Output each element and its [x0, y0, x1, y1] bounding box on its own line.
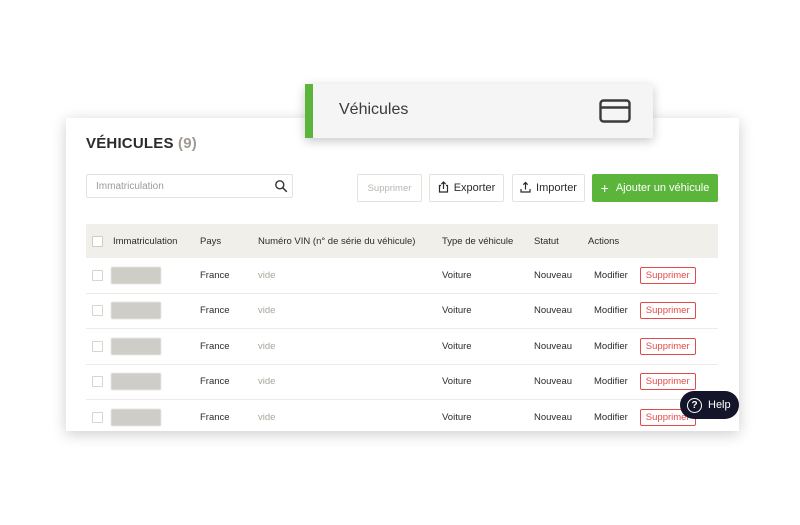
export-button-label: Exporter: [453, 182, 496, 194]
table-row: France vide Voiture Nouveau Modifier Sup…: [86, 258, 718, 294]
redacted-plate: [111, 337, 161, 355]
type-cell: Voiture: [442, 376, 472, 388]
type-cell: Voiture: [442, 269, 472, 281]
column-header-vin[interactable]: Numéro VIN (n° de série du véhicule): [258, 224, 415, 258]
pays-cell: France: [200, 305, 230, 317]
card-icon: [599, 99, 631, 123]
table-row: France vide Voiture Nouveau Modifier Sup…: [86, 294, 718, 329]
actions-cell: Modifier Supprimer: [588, 329, 696, 364]
select-all-cell: [92, 224, 103, 258]
modify-button[interactable]: Modifier: [588, 373, 634, 391]
import-button-label: Importer: [536, 182, 577, 194]
export-icon: [438, 180, 449, 196]
vehicle-count: (9): [178, 135, 197, 152]
pays-cell: France: [200, 411, 230, 423]
upload-icon: [520, 181, 531, 196]
search-box: [86, 174, 293, 198]
type-cell: Voiture: [442, 305, 472, 317]
redacted-plate: [111, 266, 161, 284]
page-title-text: VÉHICULES: [86, 135, 174, 152]
banner-title: Véhicules: [339, 101, 409, 118]
plus-icon: +: [600, 180, 609, 196]
delete-button-label: Supprimer: [367, 182, 412, 194]
row-delete-button[interactable]: Supprimer: [639, 302, 696, 320]
row-checkbox[interactable]: [92, 411, 103, 423]
statut-cell: Nouveau: [534, 305, 573, 317]
redacted-plate: [111, 408, 161, 426]
help-button-label: Help: [708, 399, 731, 411]
modify-button[interactable]: Modifier: [588, 337, 634, 355]
row-delete-button[interactable]: Supprimer: [639, 373, 696, 391]
help-icon: ?: [687, 397, 702, 413]
modify-button[interactable]: Modifier: [588, 408, 634, 426]
redacted-plate: [111, 302, 161, 320]
page-title: VÉHICULES (9): [86, 135, 197, 152]
pays-cell: France: [200, 340, 230, 352]
statut-cell: Nouveau: [534, 340, 573, 352]
row-delete-button[interactable]: Supprimer: [639, 337, 696, 355]
row-checkbox[interactable]: [92, 340, 103, 352]
type-cell: Voiture: [442, 411, 472, 423]
search-icon[interactable]: [274, 179, 288, 193]
modify-button[interactable]: Modifier: [588, 302, 634, 320]
row-checkbox[interactable]: [92, 376, 103, 388]
pays-cell: France: [200, 376, 230, 388]
actions-cell: Modifier Supprimer: [588, 294, 696, 329]
actions-cell: Modifier Supprimer: [588, 365, 696, 400]
table-row: France vide Voiture Nouveau Modifier Sup…: [86, 329, 718, 365]
search-input[interactable]: [87, 175, 269, 197]
vin-cell: vide: [258, 340, 276, 352]
modify-button[interactable]: Modifier: [588, 266, 634, 284]
select-all-checkbox[interactable]: [92, 235, 103, 247]
statut-cell: Nouveau: [534, 376, 573, 388]
table-row: France vide Voiture Nouveau Modifier Sup…: [86, 400, 718, 431]
statut-cell: Nouveau: [534, 269, 573, 281]
help-button[interactable]: ? Help: [680, 391, 739, 419]
column-header-actions: Actions: [588, 235, 620, 247]
row-checkbox[interactable]: [92, 305, 103, 317]
delete-button[interactable]: Supprimer: [357, 174, 422, 202]
import-button[interactable]: Importer: [512, 174, 585, 202]
statut-cell: Nouveau: [534, 411, 573, 423]
vehicles-panel: VÉHICULES (9) Supprimer Exporter Importe…: [66, 118, 739, 431]
redacted-plate: [111, 373, 161, 391]
column-header-type[interactable]: Type de véhicule: [442, 224, 513, 258]
export-button[interactable]: Exporter: [429, 174, 504, 202]
vehicles-table: Immatriculation Pays Numéro VIN (n° de s…: [86, 224, 718, 431]
row-delete-button[interactable]: Supprimer: [639, 266, 696, 284]
section-banner: Véhicules: [305, 84, 653, 138]
vin-cell: vide: [258, 269, 276, 281]
banner-accent-bar: [305, 84, 313, 138]
vin-cell: vide: [258, 376, 276, 388]
type-cell: Voiture: [442, 340, 472, 352]
vin-cell: vide: [258, 305, 276, 317]
add-vehicle-button[interactable]: + Ajouter un véhicule: [592, 174, 718, 202]
column-header-pays[interactable]: Pays: [200, 224, 221, 258]
table-header: Immatriculation Pays Numéro VIN (n° de s…: [86, 224, 718, 258]
table-row: France vide Voiture Nouveau Modifier Sup…: [86, 365, 718, 400]
vin-cell: vide: [258, 411, 276, 423]
row-checkbox[interactable]: [92, 269, 103, 281]
actions-cell: Modifier Supprimer: [588, 258, 696, 293]
column-header-statut[interactable]: Statut: [534, 224, 559, 258]
pays-cell: France: [200, 269, 230, 281]
column-header-immatriculation[interactable]: Immatriculation: [113, 224, 177, 258]
add-vehicle-button-label: Ajouter un véhicule: [615, 182, 710, 194]
